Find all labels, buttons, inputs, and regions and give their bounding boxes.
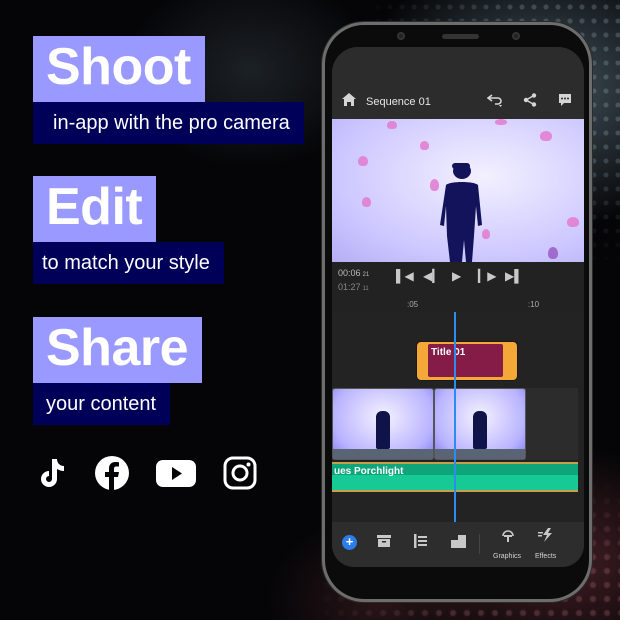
app-header: Sequence 01 — [332, 47, 584, 119]
tiktok-icon — [33, 455, 69, 491]
phone-frame: Sequence 01 00:06 21 01:27 11 ▌◀ ◀▎ ▶ ▎▶… — [322, 22, 592, 602]
shoot-headline: Shoot — [33, 36, 205, 102]
graphics-label[interactable]: Graphics — [493, 553, 521, 560]
duration-timecode: 01:27 11 — [338, 282, 369, 292]
share-icon[interactable] — [523, 93, 537, 112]
share-headline: Share — [33, 317, 203, 383]
align-icon[interactable] — [414, 534, 428, 551]
step-forward-icon[interactable]: ▎▶ — [478, 269, 496, 283]
current-timecode: 00:06 21 — [338, 268, 370, 278]
youtube-icon — [155, 455, 197, 491]
phone-camera — [512, 32, 520, 40]
go-to-end-icon[interactable]: ▶▌ — [505, 269, 523, 283]
video-preview[interactable] — [332, 119, 584, 262]
sequence-title: Sequence 01 — [366, 96, 431, 108]
add-media-button[interactable]: + — [342, 535, 357, 550]
share-subtitle: your content — [33, 383, 171, 425]
ruler-tick: :10 — [528, 300, 540, 309]
home-icon[interactable] — [342, 93, 356, 111]
app-screen: Sequence 01 00:06 21 01:27 11 ▌◀ ◀▎ ▶ ▎▶… — [332, 47, 584, 567]
toolbar-divider — [479, 534, 480, 554]
silhouette — [440, 161, 484, 262]
instagram-icon — [222, 455, 258, 491]
effects-icon[interactable] — [538, 528, 554, 545]
facebook-icon — [94, 455, 130, 491]
audio-clip-label: ues Porchlight — [334, 466, 404, 477]
social-icons — [33, 455, 258, 491]
go-to-start-icon[interactable]: ▌◀ — [396, 269, 414, 283]
step-back-icon[interactable]: ◀▎ — [423, 269, 441, 283]
video-clip[interactable] — [434, 388, 526, 460]
edit-subtitle: to match your style — [33, 242, 224, 284]
title-clip-label: Title 01 — [431, 347, 466, 358]
play-icon[interactable]: ▶ — [452, 269, 461, 283]
phone-speaker — [442, 34, 479, 39]
title-clip[interactable]: Title 01 — [416, 341, 518, 381]
playhead[interactable] — [454, 312, 456, 542]
playback-controls: 00:06 21 01:27 11 ▌◀ ◀▎ ▶ ▎▶ ▶▌ :05 :10 — [332, 262, 584, 312]
edit-headline: Edit — [33, 176, 157, 242]
graphics-icon[interactable] — [500, 528, 516, 545]
timeline[interactable]: Title 01 ues Porchlight — [332, 312, 584, 542]
aspect-ratio-icon[interactable] — [451, 534, 467, 551]
comment-icon[interactable] — [558, 93, 572, 112]
video-clip[interactable] — [332, 388, 434, 460]
undo-icon[interactable] — [486, 93, 503, 112]
ruler-tick: :05 — [407, 300, 419, 309]
shoot-subtitle: in-app with the pro camera — [33, 102, 304, 144]
phone-sensor — [397, 32, 405, 40]
effects-label[interactable]: Effects — [535, 553, 556, 560]
bottom-toolbar: + Graphics Effects — [332, 522, 584, 567]
archive-icon[interactable] — [377, 534, 391, 551]
